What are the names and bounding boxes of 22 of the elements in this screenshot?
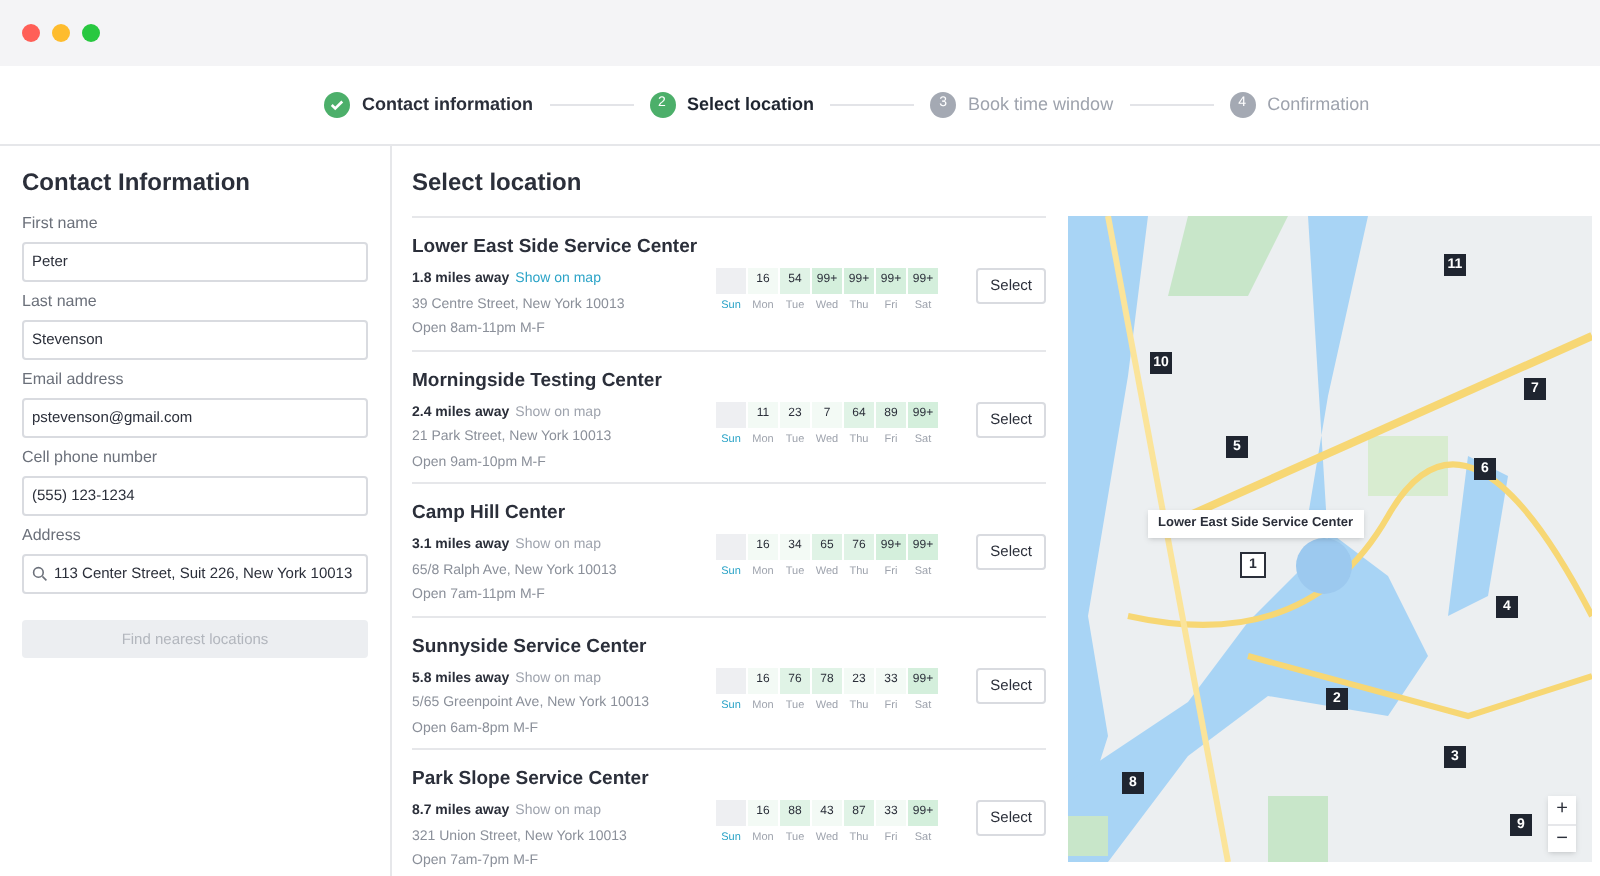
maximize-icon[interactable]: [82, 24, 100, 42]
location-name: Camp Hill Center: [412, 500, 568, 528]
step-label: Select location: [687, 91, 815, 118]
field-label: First name: [22, 212, 100, 236]
field-label: Last name: [22, 290, 99, 314]
zoom-in-button[interactable]: +: [1548, 796, 1576, 824]
search-icon: [32, 566, 48, 582]
close-icon[interactable]: [22, 24, 40, 42]
zoom-out-button[interactable]: −: [1548, 824, 1576, 852]
field-label: Address: [22, 524, 83, 548]
location-name: Sunnyside Service Center: [412, 633, 649, 661]
step-label: Book time window: [968, 91, 1114, 118]
field-label: Cell phone number: [22, 446, 160, 470]
location-name: Lower East Side Service Center: [412, 234, 700, 262]
step-label: Confirmation: [1267, 91, 1370, 118]
section-title: Contact Information: [22, 166, 252, 200]
section-title: Select location: [412, 166, 584, 200]
minimize-icon[interactable]: [52, 24, 70, 42]
field-label: Email address: [22, 368, 126, 392]
step-label: Contact information: [362, 91, 533, 118]
location-name: Park Slope Service Center: [412, 766, 651, 794]
location-name: Morningside Testing Center: [412, 367, 664, 395]
